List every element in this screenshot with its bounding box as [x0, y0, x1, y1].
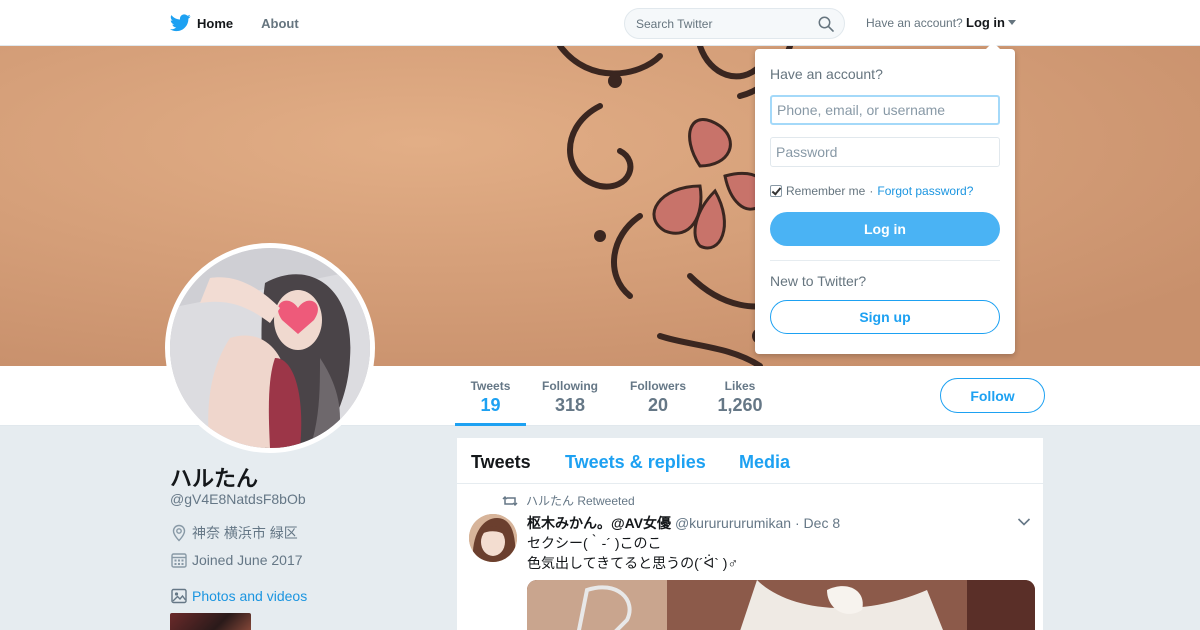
timeline: Tweets Tweets & replies Media ハルたん Retwe…	[456, 437, 1044, 630]
location-pin-icon	[172, 524, 186, 542]
stat-value: 19	[480, 395, 501, 415]
tweet-text-line: 色気出してきてると思うの(´ᐛ` )♂	[527, 555, 738, 571]
username-field[interactable]	[770, 95, 1000, 125]
remember-me-checkbox[interactable]	[770, 185, 782, 197]
new-to-twitter-text: New to Twitter?	[770, 273, 867, 289]
twitter-bird-icon	[170, 14, 191, 32]
tweet-text: セクシー(｀-´ )このこ 色気出してきてると思うの(´ᐛ` )♂	[527, 533, 738, 573]
nav-about-link[interactable]: About	[261, 16, 299, 31]
dropdown-title: Have an account?	[770, 66, 883, 82]
calendar-icon	[171, 553, 187, 568]
tweet-author-name[interactable]: 枢木みかん。@AV女優	[527, 515, 671, 531]
account-prompt-text: Have an account?	[866, 16, 963, 30]
search-input[interactable]	[636, 15, 806, 33]
media-thumbnail[interactable]	[170, 613, 251, 630]
tab-tweets-and-replies[interactable]: Tweets & replies	[565, 452, 706, 473]
caret-down-icon	[1008, 20, 1016, 25]
tweet-avatar-image	[469, 514, 517, 562]
avatar-image	[170, 248, 370, 448]
joined-text: Joined June 2017	[192, 552, 303, 568]
stat-label: Followers	[629, 379, 686, 393]
profile-location: 神奈 横浜市 緑区	[170, 523, 298, 543]
login-toggle-label: Log in	[966, 15, 1005, 30]
tweet-author-avatar[interactable]	[469, 514, 517, 562]
tweet-timestamp[interactable]: Dec 8	[804, 515, 841, 531]
retweet-icon	[502, 495, 518, 506]
password-field[interactable]	[770, 137, 1000, 167]
stat-value: 1,260	[717, 395, 763, 415]
tab-media[interactable]: Media	[739, 452, 790, 473]
nav-home-label: Home	[197, 15, 234, 31]
chevron-down-icon[interactable]	[1017, 517, 1031, 527]
stat-label: Likes	[724, 379, 756, 393]
forgot-password-link[interactable]: Forgot password?	[877, 184, 973, 198]
location-text: 神奈 横浜市 緑区	[192, 525, 298, 541]
retweeted-by-text: ハルたん Retweeted	[526, 494, 635, 508]
stat-value: 318	[554, 395, 586, 415]
search-icon[interactable]	[818, 16, 834, 32]
remember-row: Remember me · Forgot password?	[770, 184, 973, 198]
dropdown-arrow	[986, 42, 1000, 49]
profile-name[interactable]: ハルたん	[170, 461, 258, 493]
timeline-tabs: Tweets Tweets & replies Media	[457, 438, 1043, 484]
stat-followers[interactable]: Followers 20	[624, 366, 692, 426]
profile-joined-date: Joined June 2017	[170, 551, 303, 569]
stat-label: Tweets	[470, 379, 511, 393]
stat-value: 20	[647, 395, 669, 415]
photos-link-label: Photos and videos	[192, 588, 308, 604]
tweet-header: 枢木みかん。@AV女優 @kururururumikan · Dec 8	[527, 513, 840, 533]
photo-icon	[171, 588, 187, 604]
tweet-text-line: セクシー(｀-´ )このこ	[527, 535, 662, 551]
stat-tweets[interactable]: Tweets 19	[455, 366, 526, 426]
login-dropdown: Have an account? Remember me · Forgot pa…	[755, 42, 1015, 354]
login-button[interactable]: Log in	[770, 212, 1000, 246]
profile-handle[interactable]: @gV4E8NatdsF8bOb	[170, 491, 306, 507]
search-box[interactable]	[624, 8, 845, 39]
stat-label: Following	[542, 379, 598, 393]
profile-avatar[interactable]	[165, 243, 375, 453]
follow-button[interactable]: Follow	[940, 378, 1045, 413]
stat-following[interactable]: Following 318	[535, 366, 605, 426]
login-dropdown-toggle[interactable]: Log in	[966, 15, 1016, 30]
top-navigation-bar: Home About Have an account? Log in	[0, 0, 1200, 46]
remember-me-label[interactable]: Remember me	[786, 184, 865, 198]
nav-left-group: Home About	[170, 0, 327, 46]
dropdown-divider	[770, 260, 1000, 261]
tweet-media-image[interactable]	[527, 580, 1035, 630]
signup-button[interactable]: Sign up	[770, 300, 1000, 334]
tab-tweets[interactable]: Tweets	[471, 452, 531, 473]
nav-home-link[interactable]: Home	[170, 14, 233, 32]
separator-dot: ·	[869, 184, 874, 198]
tweet-photo	[527, 580, 1035, 630]
retweet-context: ハルたん Retweeted	[502, 492, 635, 509]
photos-and-videos-link[interactable]: Photos and videos	[170, 587, 307, 605]
stat-likes[interactable]: Likes 1,260	[710, 366, 770, 426]
tweet-separator: ·	[794, 515, 800, 531]
nav-about-label: About	[261, 15, 299, 31]
tweet[interactable]: ハルたん Retweeted 枢木みかん。@AV女優 @kururururumi…	[457, 484, 1043, 630]
tweet-author-username[interactable]: @kururururumikan	[675, 515, 791, 531]
